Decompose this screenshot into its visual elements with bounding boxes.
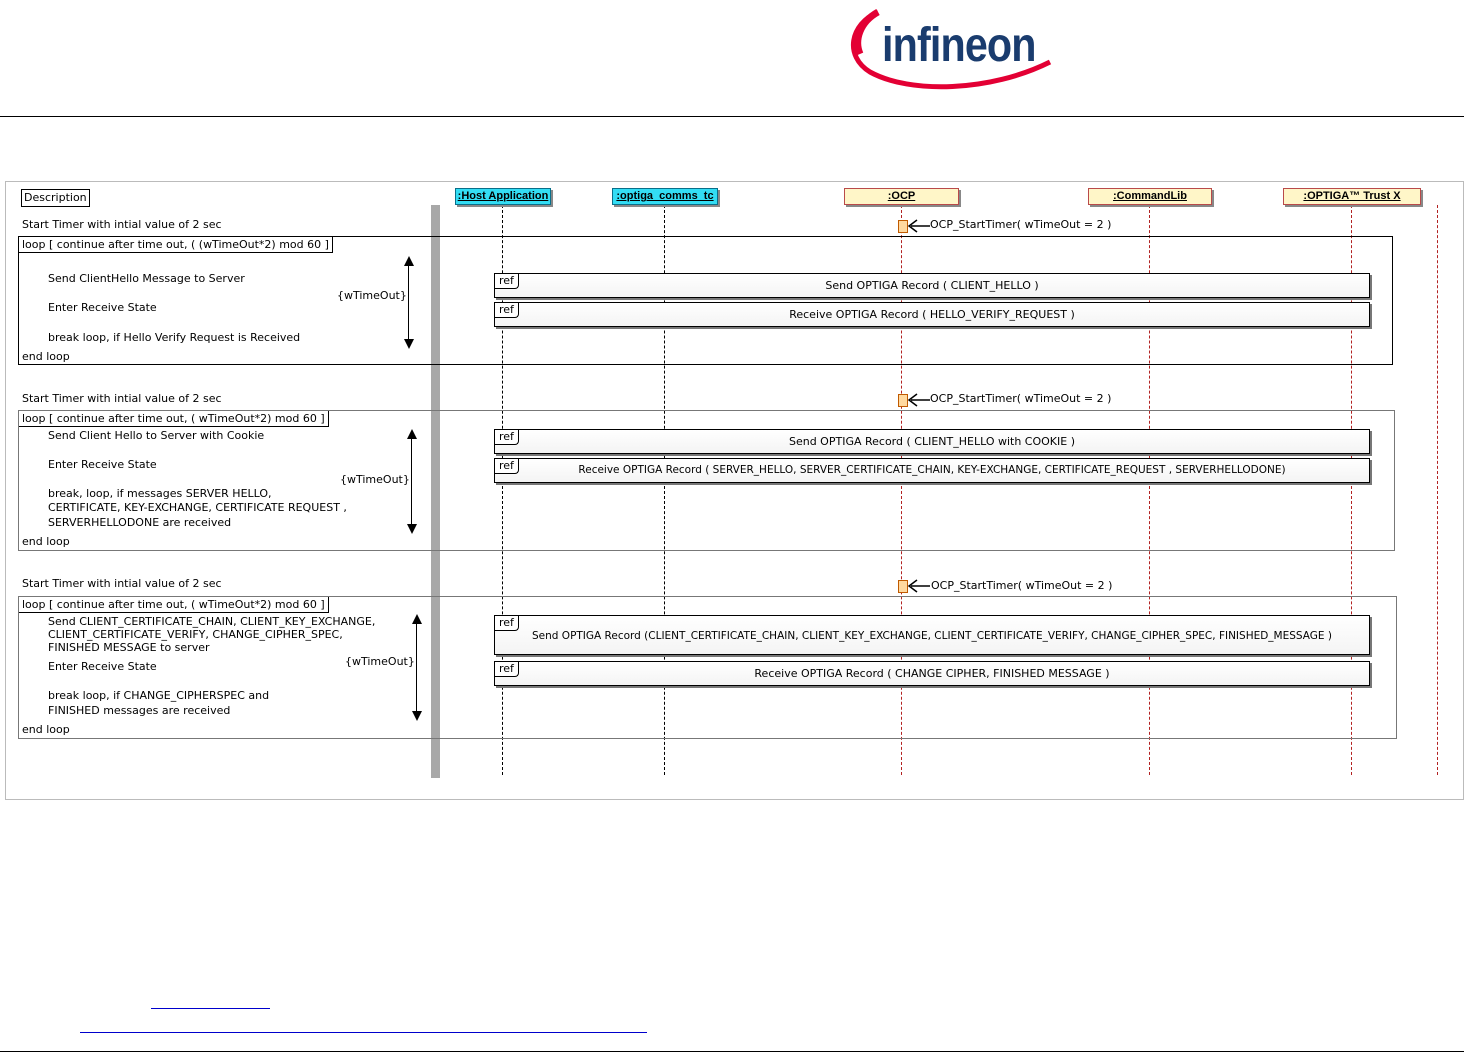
ref-text: Send OPTIGA Record ( CLIENT_HELLO with C…	[788, 435, 1075, 448]
ref-send-client-certificate: ref Send OPTIGA Record (CLIENT_CERTIFICA…	[494, 615, 1370, 655]
self-call-arrow-icon	[907, 219, 930, 233]
timeout-range-line	[411, 437, 412, 525]
step-2-2: Enter Receive State	[48, 458, 157, 471]
step-3-2: CLIENT_CERTIFICATE_VERIFY, CHANGE_CIPHER…	[48, 628, 343, 641]
footer-rule	[0, 1051, 1464, 1052]
timeout-label-3: {wTimeOut}	[345, 655, 415, 668]
step-3-3: FINISHED MESSAGE to server	[48, 641, 210, 654]
step-2-1: Send Client Hello to Server with Cookie	[48, 429, 265, 442]
lifeline-frame-edge	[1437, 205, 1438, 775]
timer-call-3: OCP_StartTimer( wTimeOut = 2 )	[931, 579, 1113, 592]
timer-note-1: Start Timer with intial value of 2 sec	[22, 218, 222, 231]
timeout-label-1: {wTimeOut}	[337, 289, 407, 302]
ref-receive-hello-verify: ref Receive OPTIGA Record ( HELLO_VERIFY…	[494, 302, 1370, 327]
timer-call-1: OCP_StartTimer( wTimeOut = 2 )	[930, 218, 1112, 231]
footer-link-2[interactable]	[80, 1032, 647, 1033]
ref-text: Receive OPTIGA Record ( SERVER_HELLO, SE…	[578, 464, 1286, 476]
logo-text: infineon	[882, 19, 1036, 72]
loop-label-3: loop [ continue after time out, ( wTimeO…	[19, 597, 329, 613]
loop-fragment-1	[18, 236, 1393, 365]
step-1-3: break loop, if Hello Verify Request is R…	[48, 331, 301, 344]
footer-link-1[interactable]	[151, 1008, 270, 1009]
arrow-up-icon	[412, 614, 422, 624]
step-3-5: break loop, if CHANGE_CIPHERSPEC and	[48, 689, 270, 702]
header-rule	[0, 116, 1464, 117]
step-3-4: Enter Receive State	[48, 660, 157, 673]
end-loop-1: end loop	[22, 350, 70, 363]
actor-optiga-comms-tc: :optiga_comms_tc	[612, 188, 718, 205]
step-2-3: break, loop, if messages SERVER HELLO,	[48, 487, 272, 500]
timeout-label-2: {wTimeOut}	[340, 473, 410, 486]
ref-text: Send OPTIGA Record (CLIENT_CERTIFICATE_C…	[532, 630, 1332, 642]
step-3-6: FINISHED messages are received	[48, 704, 231, 717]
step-1-1: Send ClientHello Message to Server	[48, 272, 245, 285]
end-loop-2: end loop	[22, 535, 70, 548]
self-call-arrow-icon	[907, 393, 930, 407]
ref-text: Receive OPTIGA Record ( HELLO_VERIFY_REQ…	[789, 308, 1075, 321]
ref-receive-change-cipher: ref Receive OPTIGA Record ( CHANGE CIPHE…	[494, 661, 1370, 686]
actor-host-application: :Host Application	[455, 188, 551, 205]
timeout-range-line	[416, 622, 417, 712]
step-3-1: Send CLIENT_CERTIFICATE_CHAIN, CLIENT_KE…	[48, 615, 376, 628]
loop-label-1: loop [ continue after time out, ( (wTime…	[19, 237, 333, 253]
end-loop-3: end loop	[22, 723, 70, 736]
self-call-arrow-icon	[907, 579, 930, 593]
arrow-up-icon	[407, 429, 417, 439]
loop-label-2: loop [ continue after time out, ( wTimeO…	[19, 411, 329, 427]
arrow-up-icon	[404, 256, 414, 266]
step-2-5: SERVERHELLODONE are received	[48, 516, 232, 529]
timer-call-2: OCP_StartTimer( wTimeOut = 2 )	[930, 392, 1112, 405]
ref-send-client-hello-cookie: ref Send OPTIGA Record ( CLIENT_HELLO wi…	[494, 429, 1370, 454]
timer-note-2: Start Timer with intial value of 2 sec	[22, 392, 222, 405]
description-label: Description	[21, 189, 90, 207]
ref-text: Receive OPTIGA Record ( CHANGE CIPHER, F…	[754, 667, 1110, 680]
timeout-range-line	[408, 264, 409, 340]
infineon-logo: infineon	[840, 4, 1060, 96]
arrow-down-icon	[412, 711, 422, 721]
actor-commandlib: :CommandLib	[1088, 188, 1212, 205]
actor-optiga-trust-x: :OPTIGA™ Trust X	[1283, 188, 1421, 205]
ref-receive-server-hello: ref Receive OPTIGA Record ( SERVER_HELLO…	[494, 458, 1370, 483]
step-1-2: Enter Receive State	[48, 301, 157, 314]
actor-ocp: :OCP	[844, 188, 959, 205]
ref-tag: ref	[495, 616, 519, 631]
arrow-down-icon	[407, 524, 417, 534]
timer-note-3: Start Timer with intial value of 2 sec	[22, 577, 222, 590]
ref-text: Send OPTIGA Record ( CLIENT_HELLO )	[825, 279, 1039, 292]
ref-send-client-hello: ref Send OPTIGA Record ( CLIENT_HELLO )	[494, 273, 1370, 298]
arrow-down-icon	[404, 339, 414, 349]
step-2-4: CERTIFICATE, KEY-EXCHANGE, CERTIFICATE R…	[48, 501, 347, 514]
